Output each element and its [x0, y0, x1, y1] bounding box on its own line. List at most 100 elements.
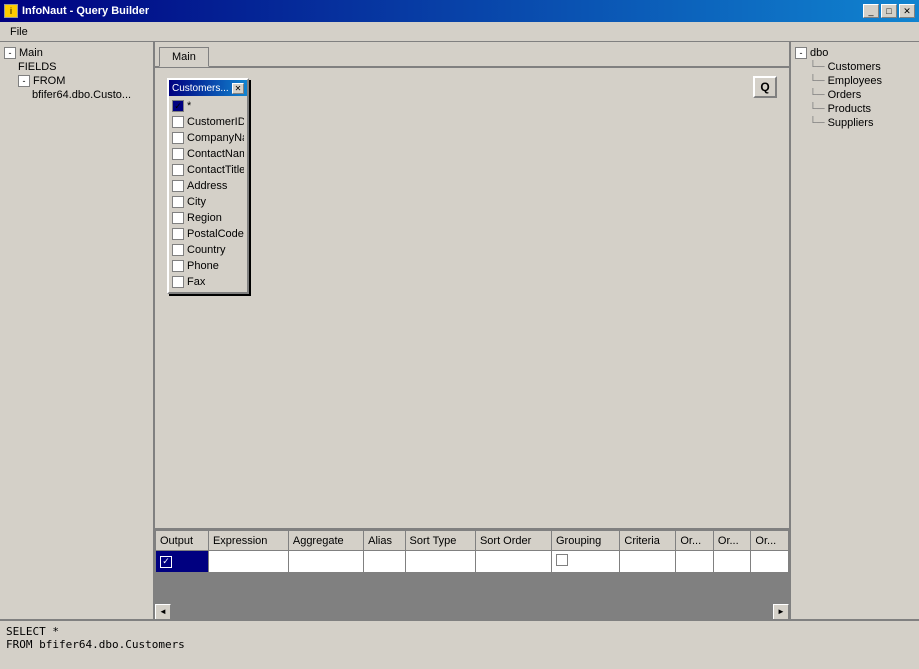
tree-line-suppliers: └─ — [809, 117, 825, 129]
sql-bar: SELECT * FROM bfifer64.dbo.Customers — [0, 619, 919, 669]
popup-close-button[interactable]: ✕ — [232, 83, 244, 94]
field-checkbox-star[interactable]: ✓ — [172, 100, 184, 112]
field-label-city: City — [187, 196, 206, 208]
col-alias: Alias — [364, 531, 405, 551]
grid-cell-or2[interactable] — [713, 551, 751, 573]
field-row-postalcode[interactable]: PostalCode — [169, 226, 247, 242]
query-area: Q Customers... ✕ ✓ * CustomerID — [155, 68, 789, 528]
maximize-button[interactable]: □ — [881, 4, 897, 18]
grid-cell-output[interactable]: ✓ — [156, 551, 209, 573]
field-row-fax[interactable]: Fax — [169, 274, 247, 290]
right-panel: - dbo └─ Customers └─ Employees └─ Order… — [789, 42, 919, 619]
tree-item-dbo[interactable]: - dbo — [795, 46, 915, 60]
scroll-track[interactable] — [171, 604, 773, 620]
menu-file[interactable]: File — [4, 24, 34, 40]
field-label-contacttitle: ContactTitle — [187, 164, 244, 176]
expand-from[interactable]: - — [18, 75, 30, 87]
field-row-country[interactable]: Country — [169, 242, 247, 258]
tree-label-from: FROM — [33, 75, 65, 87]
app-body: - Main FIELDS - FROM bfifer64.dbo.Custo.… — [0, 42, 919, 619]
tree-line-customers: └─ — [809, 61, 825, 73]
app-icon: i — [4, 4, 18, 18]
popup-title-bar: Customers... ✕ — [169, 80, 247, 96]
tree-line-orders: └─ — [809, 89, 825, 101]
scroll-area: ◄ ► — [155, 603, 789, 619]
field-row-customerid[interactable]: CustomerID — [169, 114, 247, 130]
tree-label-products: Products — [828, 103, 871, 115]
tree-item-orders[interactable]: └─ Orders — [795, 88, 915, 102]
grouping-checkbox[interactable] — [556, 554, 568, 566]
col-sorttype: Sort Type — [405, 531, 475, 551]
expand-dbo[interactable]: - — [795, 47, 807, 59]
tree-item-suppliers[interactable]: └─ Suppliers — [795, 116, 915, 130]
field-row-region[interactable]: Region — [169, 210, 247, 226]
scroll-right-button[interactable]: ► — [773, 604, 789, 620]
field-row-phone[interactable]: Phone — [169, 258, 247, 274]
tree-item-employees[interactable]: └─ Employees — [795, 74, 915, 88]
col-grouping: Grouping — [552, 531, 620, 551]
field-checkbox-city[interactable] — [172, 196, 184, 208]
tab-main[interactable]: Main — [159, 47, 209, 67]
grid-empty-area — [155, 573, 789, 603]
col-aggregate: Aggregate — [288, 531, 363, 551]
field-checkbox-address[interactable] — [172, 180, 184, 192]
grid-table: Output Expression Aggregate Alias Sort T… — [155, 530, 789, 573]
grid-cell-aggregate[interactable] — [288, 551, 363, 573]
tab-bar: Main — [155, 42, 789, 68]
field-checkbox-fax[interactable] — [172, 276, 184, 288]
field-row-star[interactable]: ✓ * — [169, 98, 247, 114]
grid-cell-or3[interactable] — [751, 551, 789, 573]
grid-cell-sorttype[interactable] — [405, 551, 475, 573]
tree-line-employees: └─ — [809, 75, 825, 87]
tree-item-table[interactable]: bfifer64.dbo.Custo... — [4, 88, 149, 102]
popup-title: Customers... — [172, 83, 229, 94]
center-panel: Main Q Customers... ✕ ✓ * — [155, 42, 789, 619]
col-criteria: Criteria — [620, 531, 676, 551]
close-button[interactable]: ✕ — [899, 4, 915, 18]
tree-item-main[interactable]: - Main — [4, 46, 149, 60]
field-row-address[interactable]: Address — [169, 178, 247, 194]
field-label-postalcode: PostalCode — [187, 228, 244, 240]
field-row-contacttitle[interactable]: ContactTitle — [169, 162, 247, 178]
grid-cell-or1[interactable] — [676, 551, 714, 573]
tree-item-from[interactable]: - FROM — [4, 74, 149, 88]
sql-line2: FROM bfifer64.dbo.Customers — [6, 638, 913, 651]
tree-label-orders: Orders — [828, 89, 862, 101]
field-label-companyname: CompanyNar... — [187, 132, 244, 144]
col-expression: Expression — [208, 531, 288, 551]
expand-main[interactable]: - — [4, 47, 16, 59]
field-checkbox-phone[interactable] — [172, 260, 184, 272]
scroll-left-button[interactable]: ◄ — [155, 604, 171, 620]
col-sortorder: Sort Order — [475, 531, 551, 551]
minimize-button[interactable]: _ — [863, 4, 879, 18]
field-label-fax: Fax — [187, 276, 205, 288]
tree-label-table: bfifer64.dbo.Custo... — [32, 89, 131, 101]
field-label-region: Region — [187, 212, 222, 224]
field-label-country: Country — [187, 244, 226, 256]
output-checkbox[interactable]: ✓ — [160, 556, 172, 568]
field-row-companyname[interactable]: CompanyNar... — [169, 130, 247, 146]
grid-cell-criteria[interactable] — [620, 551, 676, 573]
field-row-city[interactable]: City — [169, 194, 247, 210]
q-button[interactable]: Q — [753, 76, 777, 98]
field-checkbox-contactname[interactable] — [172, 148, 184, 160]
field-checkbox-customerid[interactable] — [172, 116, 184, 128]
field-checkbox-contacttitle[interactable] — [172, 164, 184, 176]
tree-label-customers: Customers — [828, 61, 881, 73]
field-checkbox-region[interactable] — [172, 212, 184, 224]
tree-item-fields[interactable]: FIELDS — [4, 60, 149, 74]
tree-label-employees: Employees — [828, 75, 882, 87]
field-checkbox-country[interactable] — [172, 244, 184, 256]
grid-cell-expression[interactable] — [208, 551, 288, 573]
field-label-contactname: ContactNam... — [187, 148, 244, 160]
table-popup-customers: Customers... ✕ ✓ * CustomerID Co — [167, 78, 249, 294]
grid-area: Output Expression Aggregate Alias Sort T… — [155, 528, 789, 603]
field-checkbox-companyname[interactable] — [172, 132, 184, 144]
field-checkbox-postalcode[interactable] — [172, 228, 184, 240]
field-row-contactname[interactable]: ContactNam... — [169, 146, 247, 162]
tree-item-products[interactable]: └─ Products — [795, 102, 915, 116]
grid-cell-alias[interactable] — [364, 551, 405, 573]
grid-cell-grouping[interactable] — [552, 551, 620, 573]
grid-cell-sortorder[interactable] — [475, 551, 551, 573]
tree-item-customers[interactable]: └─ Customers — [795, 60, 915, 74]
